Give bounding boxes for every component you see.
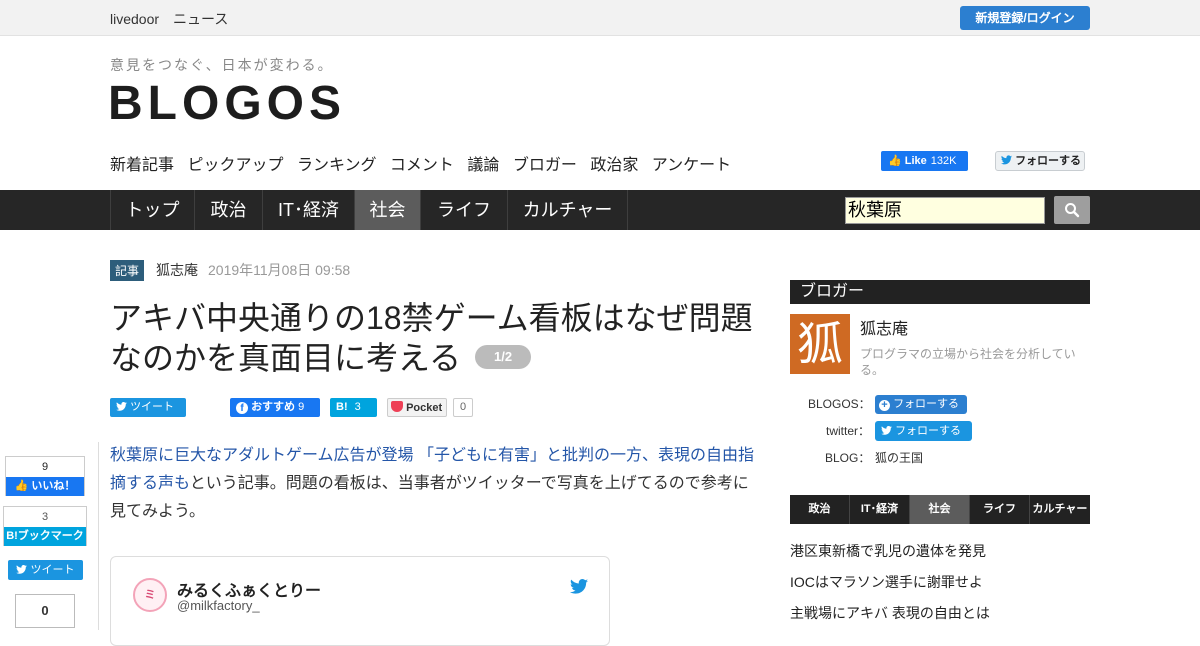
pocket-count: 0 <box>453 398 473 417</box>
blogos-follow-button[interactable]: + フォローする <box>875 395 967 414</box>
sidebar-heading: ブロガー <box>790 280 1090 304</box>
category-tab-culture[interactable]: カルチャー <box>508 190 628 230</box>
plus-icon: + <box>879 400 890 411</box>
sidebar-twitter-follow-button[interactable]: フォローする <box>875 421 972 441</box>
floating-hatena-box[interactable]: 3 B!ブックマーク <box>3 506 87 546</box>
tweet-label: ツイート <box>130 401 175 413</box>
subnav-item-pickup[interactable]: ピックアップ <box>187 157 283 174</box>
livedoor-news-link[interactable]: livedoor ニュース <box>110 9 228 29</box>
sidebar-twitter-follow-label: フォローする <box>895 425 962 437</box>
tw-follow-label: フォローする <box>1015 155 1082 167</box>
twitter-bird-icon <box>116 402 127 411</box>
tweet-avatar[interactable]: ミ <box>133 578 167 612</box>
sidebar-news-item[interactable]: IOCはマラソン選手に謝罪せよ <box>790 572 983 592</box>
tagline: 意見をつなぐ、日本が変わる。 <box>110 57 334 73</box>
floating-tweet-button[interactable]: ツイート <box>8 560 83 580</box>
floating-like-button[interactable]: 👍 いいね！ <box>6 477 84 496</box>
thumbs-up-icon: 👍 <box>888 155 902 167</box>
facebook-icon: f <box>236 402 248 414</box>
article-intro: 秋葉原に巨大なアダルトゲーム広告が登場 「子どもに有害」と批判の一方、表現の自由… <box>110 442 755 526</box>
category-tab-top[interactable]: トップ <box>110 190 195 230</box>
facebook-like-button[interactable]: 👍 Like 132K <box>881 151 968 171</box>
category-tab-it-economy[interactable]: IT･経済 <box>263 190 355 230</box>
twitter-label: twitter： <box>826 424 871 438</box>
intro-text: という記事。問題の看板は、当事者がツイッターで写真を上げてるので参考に見てみよう… <box>110 475 749 520</box>
article-title: アキバ中央通りの18禁ゲーム看板はなぜ問題なのかを真面目に考える 1/2 <box>110 298 760 378</box>
floating-like-label: いいね！ <box>31 480 76 492</box>
search-button[interactable] <box>1054 196 1090 224</box>
sub-navigation: 新着記事 ピックアップ ランキング コメント 議論 ブロガー 政治家 アンケート <box>110 151 740 175</box>
article-title-text: アキバ中央通りの18禁ゲーム看板はなぜ問題なのかを真面目に考える <box>110 300 753 376</box>
subnav-item-politician[interactable]: 政治家 <box>590 157 638 174</box>
twitter-bird-icon <box>16 565 28 574</box>
search-icon <box>1065 203 1080 218</box>
blogos-follow-label: フォローする <box>893 398 960 410</box>
pocket-label: Pocket <box>406 402 443 414</box>
embedded-tweet[interactable]: ミ みるくふぁくとりー @milkfactory_ <box>110 556 610 646</box>
floating-pocket-count[interactable]: 0 <box>15 594 75 628</box>
blogos-label: BLOGOS： <box>808 397 871 411</box>
subnav-item-ranking[interactable]: ランキング <box>297 157 377 174</box>
floating-hatena-count: 3 <box>41 511 49 523</box>
sidebar-tab-it-economy[interactable]: IT･経済 <box>850 495 910 524</box>
sidebar-tab-politics[interactable]: 政治 <box>790 495 850 524</box>
category-tab-politics[interactable]: 政治 <box>195 190 263 230</box>
fb-recommend-label: おすすめ <box>251 401 296 413</box>
twitter-bird-icon <box>881 426 892 435</box>
category-tab-society[interactable]: 社会 <box>355 190 421 230</box>
sidebar-category-tabs: 政治 IT･経済 社会 ライフ カルチャー <box>790 495 1090 524</box>
floating-like-count: 9 <box>41 461 49 473</box>
top-bar: livedoor ニュース 新規登録/ログイン <box>0 0 1200 36</box>
article-type-badge: 記事 <box>110 260 145 281</box>
pocket-icon <box>391 401 403 412</box>
hatena-label: B! <box>336 401 348 413</box>
fb-like-count: 132K <box>930 155 957 167</box>
signup-login-button[interactable]: 新規登録/ログイン <box>960 6 1090 30</box>
blogger-name[interactable]: 狐志庵 <box>860 315 908 339</box>
hatena-count: 3 <box>354 401 361 413</box>
sidebar-tab-society[interactable]: 社会 <box>910 495 970 524</box>
content-divider <box>98 442 99 630</box>
twitter-bird-icon <box>1001 155 1012 165</box>
subnav-item-new[interactable]: 新着記事 <box>110 157 174 174</box>
subnav-item-blogger[interactable]: ブロガー <box>513 157 577 174</box>
sidebar-news-item[interactable]: 主戦場にアキバ 表現の自由とは <box>790 603 990 623</box>
floating-hatena-button[interactable]: B!ブックマーク <box>4 527 86 546</box>
article-date: 2019年11月08日 09:58 <box>208 262 351 278</box>
sidebar-tab-life[interactable]: ライフ <box>970 495 1030 524</box>
fb-like-label: Like <box>904 155 927 167</box>
floating-tweet-label: ツイート <box>30 564 75 576</box>
category-tab-life[interactable]: ライフ <box>421 190 508 230</box>
blogger-avatar[interactable]: 狐 <box>790 314 850 374</box>
thumbs-up-icon: 👍 <box>14 480 32 492</box>
subnav-item-survey[interactable]: アンケート <box>652 157 731 174</box>
fb-recommend-count: 9 <box>298 401 305 413</box>
site-logo[interactable]: BLOGOS <box>108 76 346 131</box>
tweet-share-button[interactable]: ツイート <box>110 398 186 417</box>
subnav-item-discussion[interactable]: 議論 <box>467 157 499 174</box>
blog-link[interactable]: 狐の王国 <box>875 449 923 466</box>
twitter-follow-button[interactable]: フォローする <box>995 151 1085 171</box>
twitter-bird-icon[interactable] <box>570 579 588 594</box>
article-author[interactable]: 狐志庵 <box>156 260 198 280</box>
search-input[interactable]: 秋葉原 <box>845 197 1045 224</box>
floating-like-box[interactable]: 9 👍 いいね！ <box>5 456 85 496</box>
sidebar-tab-culture[interactable]: カルチャー <box>1030 495 1090 524</box>
pocket-button[interactable]: Pocket <box>387 398 447 417</box>
blogger-description: プログラマの立場から社会を分析している。 <box>860 347 1076 377</box>
facebook-recommend-button[interactable]: f おすすめ 9 <box>230 398 320 417</box>
blog-label: BLOG： <box>825 451 871 465</box>
subnav-item-comment[interactable]: コメント <box>390 157 454 174</box>
hatena-bookmark-button[interactable]: B! 3 <box>330 398 377 417</box>
tweet-author-handle[interactable]: @milkfactory_ <box>177 598 260 613</box>
page-indicator-badge[interactable]: 1/2 <box>475 344 532 369</box>
sidebar-news-item[interactable]: 港区東新橋で乳児の遺体を発見 <box>790 541 986 561</box>
